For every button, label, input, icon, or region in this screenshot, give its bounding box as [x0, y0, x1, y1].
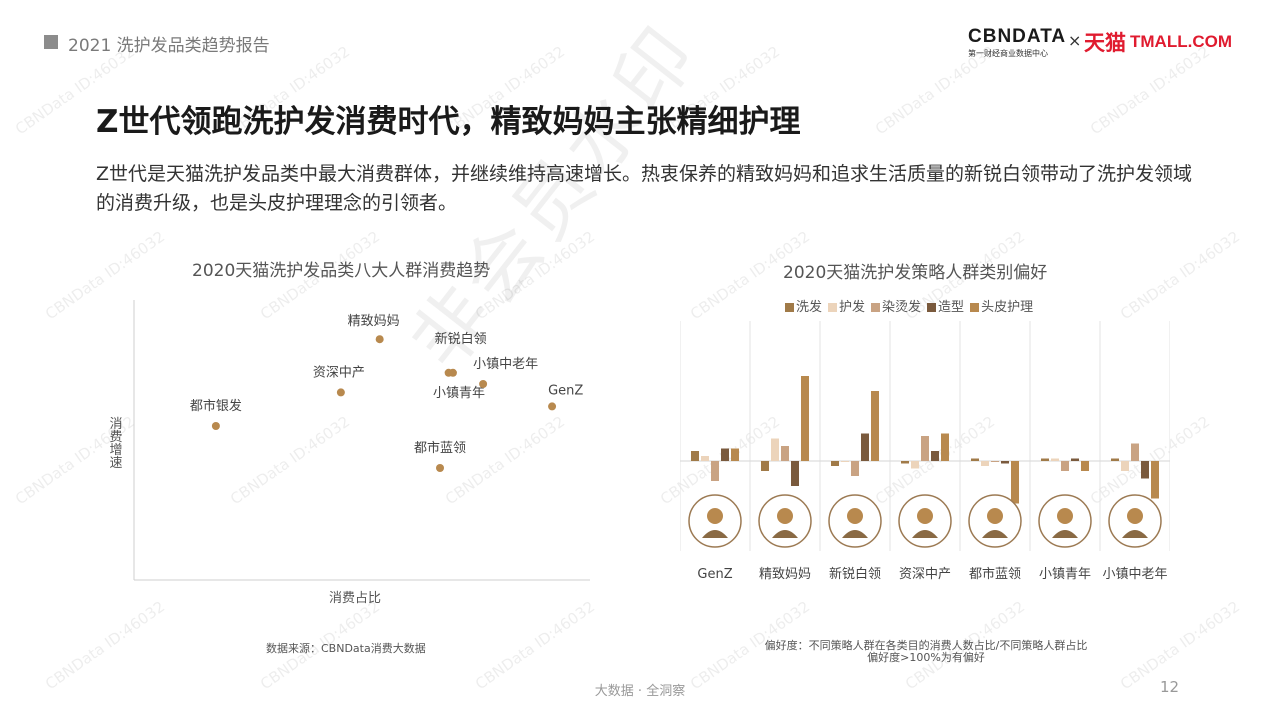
- bar: [791, 461, 799, 486]
- scatter-x-label: 消费占比: [329, 591, 382, 606]
- persona-head-icon: [847, 508, 863, 524]
- bar: [771, 438, 779, 461]
- legend-label: 头皮护理: [981, 300, 1034, 315]
- legend-swatch: [828, 303, 838, 312]
- bar: [1001, 461, 1009, 464]
- bar: [1131, 443, 1139, 461]
- legend-label: 染烫发: [882, 300, 922, 315]
- bar: [911, 461, 919, 469]
- preference-note-line-2: 偏好度>100%为有偏好: [867, 651, 985, 664]
- legend-item: 染烫发: [871, 300, 921, 315]
- scatter-point-label: 都市银发: [190, 398, 242, 414]
- bar: [1111, 458, 1119, 461]
- id-watermark: CBNData ID:46032: [1117, 227, 1243, 323]
- persona-head-icon: [1057, 508, 1073, 524]
- bar-chart: GenZ 精致妈妈 新锐白领 资深中产 都市蓝领 小镇青年 小镇中老年: [680, 321, 1170, 582]
- bar: [1011, 461, 1019, 504]
- bar: [901, 461, 909, 464]
- legend-swatch: [785, 303, 794, 312]
- bar: [1151, 461, 1159, 499]
- bar: [691, 451, 699, 461]
- bar: [1071, 458, 1079, 461]
- bar: [831, 461, 839, 466]
- scatter-point: [548, 402, 557, 411]
- bar: [931, 451, 939, 461]
- bar: [801, 376, 809, 461]
- legend-label: 洗发: [796, 300, 823, 315]
- bar: [851, 461, 859, 476]
- persona-head-icon: [917, 508, 933, 524]
- legend-swatch: [970, 303, 980, 312]
- id-watermark: CBNData ID:46032: [872, 42, 998, 138]
- legend-item: 洗发: [785, 300, 822, 315]
- legend-swatch: [927, 303, 937, 312]
- bar-chart-title: 2020天猫洗护发策略人群类别偏好: [783, 263, 1048, 283]
- id-watermark: CBNData ID:46032: [12, 42, 138, 138]
- bar: [991, 461, 999, 462]
- bar: [1121, 461, 1129, 471]
- category-label: 小镇青年: [1039, 567, 1091, 582]
- scatter-point-label: 精致妈妈: [348, 314, 400, 329]
- scatter-point-label: 都市蓝领: [414, 440, 466, 456]
- preference-note: 偏好度：不同策略人群在各类目的消费人数占比/不同策略人群占比 偏好度>100%为…: [748, 640, 1104, 664]
- bar: [1051, 458, 1059, 461]
- id-watermark: CBNData ID:46032: [442, 42, 568, 138]
- id-watermark: CBNData ID:46032: [657, 42, 783, 138]
- scatter-point: [448, 368, 457, 377]
- bar: [731, 448, 739, 461]
- bar: [761, 461, 769, 471]
- legend-swatch: [871, 303, 881, 312]
- scatter-point: [436, 464, 445, 472]
- bar: [721, 448, 729, 461]
- category-label: 新锐白领: [829, 566, 881, 582]
- category-label: 精致妈妈: [759, 567, 811, 582]
- persona-head-icon: [1127, 508, 1143, 524]
- category-label: 都市蓝领: [969, 566, 1021, 582]
- bar: [871, 391, 879, 461]
- bar: [841, 461, 849, 462]
- footer-slogan: 大数据 · 全洞察: [594, 684, 686, 699]
- scatter-point-label: 小镇青年: [433, 386, 485, 401]
- persona-head-icon: [987, 508, 1003, 524]
- legend-item: 造型: [927, 300, 964, 315]
- id-watermark: CBNData ID:46032: [227, 42, 353, 138]
- bar: [971, 458, 979, 461]
- persona-head-icon: [777, 508, 793, 524]
- scatter-point: [375, 335, 384, 344]
- bar: [1081, 461, 1089, 471]
- category-label: GenZ: [697, 567, 732, 582]
- bar: [861, 433, 869, 461]
- id-watermark: CBNData ID:46032: [1117, 597, 1243, 693]
- legend-label: 造型: [938, 300, 965, 315]
- page-number: 12: [1160, 678, 1180, 696]
- id-watermark: CBNData ID:46032: [1087, 42, 1213, 138]
- scatter-point-label: 资深中产: [313, 365, 365, 380]
- scatter-point-label: 小镇中老年: [473, 357, 538, 372]
- scatter-y-label: 消费增速: [109, 417, 123, 471]
- bar: [1061, 461, 1069, 471]
- legend-label: 护发: [839, 300, 866, 315]
- legend-item: 护发: [828, 300, 865, 315]
- legend-item: 头皮护理: [970, 300, 1033, 315]
- scatter-point-label: GenZ: [548, 383, 583, 398]
- bar-chart-legend: 洗发 护发 染烫发 造型 头皮护理: [785, 296, 1039, 315]
- scatter-point-label: 新锐白领: [435, 331, 487, 347]
- bar: [781, 446, 789, 461]
- bar: [941, 433, 949, 461]
- bar: [711, 461, 719, 481]
- scatter-chart-title: 2020天猫洗护发品类八大人群消费趋势: [192, 261, 491, 281]
- scatter-point: [211, 422, 220, 430]
- scatter-point: [336, 388, 345, 397]
- persona-head-icon: [707, 508, 723, 524]
- data-source-note: 数据来源：CBNData消费大数据: [266, 642, 426, 655]
- scatter-point: [479, 380, 488, 388]
- bar: [921, 436, 929, 461]
- scatter-chart: 精致妈妈新锐白领小镇青年 小镇中老年资深中产 GenZ 都市银发都市蓝领: [133, 300, 590, 581]
- category-label: 小镇中老年: [1102, 567, 1167, 582]
- category-label: 资深中产: [899, 567, 951, 582]
- bar: [1141, 461, 1149, 479]
- bar: [981, 461, 989, 466]
- bar: [701, 456, 709, 461]
- bar: [1041, 458, 1049, 461]
